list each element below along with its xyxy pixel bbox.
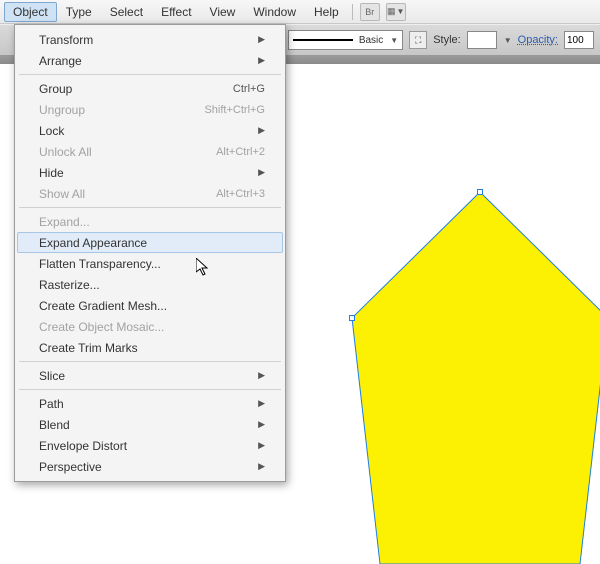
object-menu-dropdown: Transform ▶ Arrange ▶ Group Ctrl+G Ungroup Shif… (14, 24, 286, 482)
menu-item-label: Transform (39, 33, 93, 47)
menu-item-rasterize[interactable]: Rasterize... (17, 274, 283, 295)
menu-item-label: Perspective (39, 460, 102, 474)
menu-separator (19, 361, 281, 362)
menu-item-shortcut: Shift+Ctrl+G (204, 104, 265, 116)
menubar-separator (352, 4, 353, 20)
menu-item-label: Group (39, 82, 72, 96)
brush-def-icon[interactable]: ⛶ (409, 31, 427, 49)
stroke-style-label: Basic (359, 35, 383, 46)
menu-item-blend[interactable]: Blend ▶ (17, 414, 283, 435)
stroke-preview-icon (293, 39, 353, 41)
menu-item-ungroup: Ungroup Shift+Ctrl+G (17, 99, 283, 120)
submenu-arrow-icon: ▶ (258, 419, 265, 430)
menu-item-arrange[interactable]: Arrange ▶ (17, 50, 283, 71)
menu-view[interactable]: View (201, 2, 245, 22)
menu-item-show-all: Show All Alt+Ctrl+3 (17, 183, 283, 204)
submenu-arrow-icon: ▶ (258, 440, 265, 451)
menu-item-label: Create Trim Marks (39, 341, 138, 355)
menu-item-label: Envelope Distort (39, 439, 127, 453)
menu-item-label: Unlock All (39, 145, 92, 159)
menu-object[interactable]: Object (4, 2, 57, 22)
menu-item-unlock-all: Unlock All Alt+Ctrl+2 (17, 141, 283, 162)
menu-item-label: Arrange (39, 54, 82, 68)
menu-item-shortcut: Alt+Ctrl+2 (216, 146, 265, 158)
menu-help[interactable]: Help (305, 2, 348, 22)
menu-separator (19, 389, 281, 390)
submenu-arrow-icon: ▶ (258, 461, 265, 472)
graphic-style-select[interactable] (467, 31, 497, 49)
menu-select[interactable]: Select (101, 2, 152, 22)
chevron-down-icon[interactable]: ▼ (504, 36, 512, 45)
menu-separator (19, 207, 281, 208)
menu-item-group[interactable]: Group Ctrl+G (17, 78, 283, 99)
menu-item-shortcut: Alt+Ctrl+3 (216, 188, 265, 200)
submenu-arrow-icon: ▶ (258, 34, 265, 45)
opacity-label[interactable]: Opacity: (518, 34, 558, 46)
menu-item-label: Expand Appearance (39, 236, 147, 250)
menu-item-label: Flatten Transparency... (39, 257, 161, 271)
menu-item-create-gradient-mesh[interactable]: Create Gradient Mesh... (17, 295, 283, 316)
menu-item-label: Hide (39, 166, 64, 180)
opacity-input[interactable] (564, 31, 594, 49)
menu-item-expand: Expand... (17, 211, 283, 232)
menu-item-label: Create Object Mosaic... (39, 320, 164, 334)
menu-type[interactable]: Type (57, 2, 101, 22)
menu-item-envelope-distort[interactable]: Envelope Distort ▶ (17, 435, 283, 456)
menu-effect[interactable]: Effect (152, 2, 200, 22)
menu-item-label: Rasterize... (39, 278, 100, 292)
menu-item-expand-appearance[interactable]: Expand Appearance (17, 232, 283, 253)
menu-item-label: Blend (39, 418, 70, 432)
menu-item-label: Path (39, 397, 64, 411)
menu-item-shortcut: Ctrl+G (233, 83, 265, 95)
menubar: Object Type Select Effect View Window He… (0, 0, 600, 24)
arrange-docs-icon[interactable]: ▦▼ (386, 3, 406, 21)
menu-item-label: Show All (39, 187, 85, 201)
submenu-arrow-icon: ▶ (258, 55, 265, 66)
menu-window[interactable]: Window (244, 2, 305, 22)
menu-item-label: Expand... (39, 215, 90, 229)
menu-item-label: Slice (39, 369, 65, 383)
bridge-icon[interactable]: Br (360, 3, 380, 21)
menu-item-slice[interactable]: Slice ▶ (17, 365, 283, 386)
menu-item-perspective[interactable]: Perspective ▶ (17, 456, 283, 477)
submenu-arrow-icon: ▶ (258, 398, 265, 409)
menu-item-flatten-transparency[interactable]: Flatten Transparency... (17, 253, 283, 274)
menu-item-label: Lock (39, 124, 64, 138)
submenu-arrow-icon: ▶ (258, 125, 265, 136)
menu-item-path[interactable]: Path ▶ (17, 393, 283, 414)
menu-item-transform[interactable]: Transform ▶ (17, 29, 283, 50)
menu-item-label: Create Gradient Mesh... (39, 299, 167, 313)
menu-item-create-object-mosaic: Create Object Mosaic... (17, 316, 283, 337)
submenu-arrow-icon: ▶ (258, 167, 265, 178)
menu-item-label: Ungroup (39, 103, 85, 117)
style-label: Style: (433, 34, 461, 46)
anchor-point[interactable] (477, 189, 483, 195)
menu-separator (19, 74, 281, 75)
menu-item-lock[interactable]: Lock ▶ (17, 120, 283, 141)
anchor-point[interactable] (349, 315, 355, 321)
menu-item-hide[interactable]: Hide ▶ (17, 162, 283, 183)
menu-item-create-trim-marks[interactable]: Create Trim Marks (17, 337, 283, 358)
submenu-arrow-icon: ▶ (258, 370, 265, 381)
stroke-style-select[interactable]: Basic ▼ (288, 30, 403, 50)
chevron-down-icon: ▼ (390, 36, 398, 45)
selected-pentagon-shape[interactable] (350, 184, 600, 564)
